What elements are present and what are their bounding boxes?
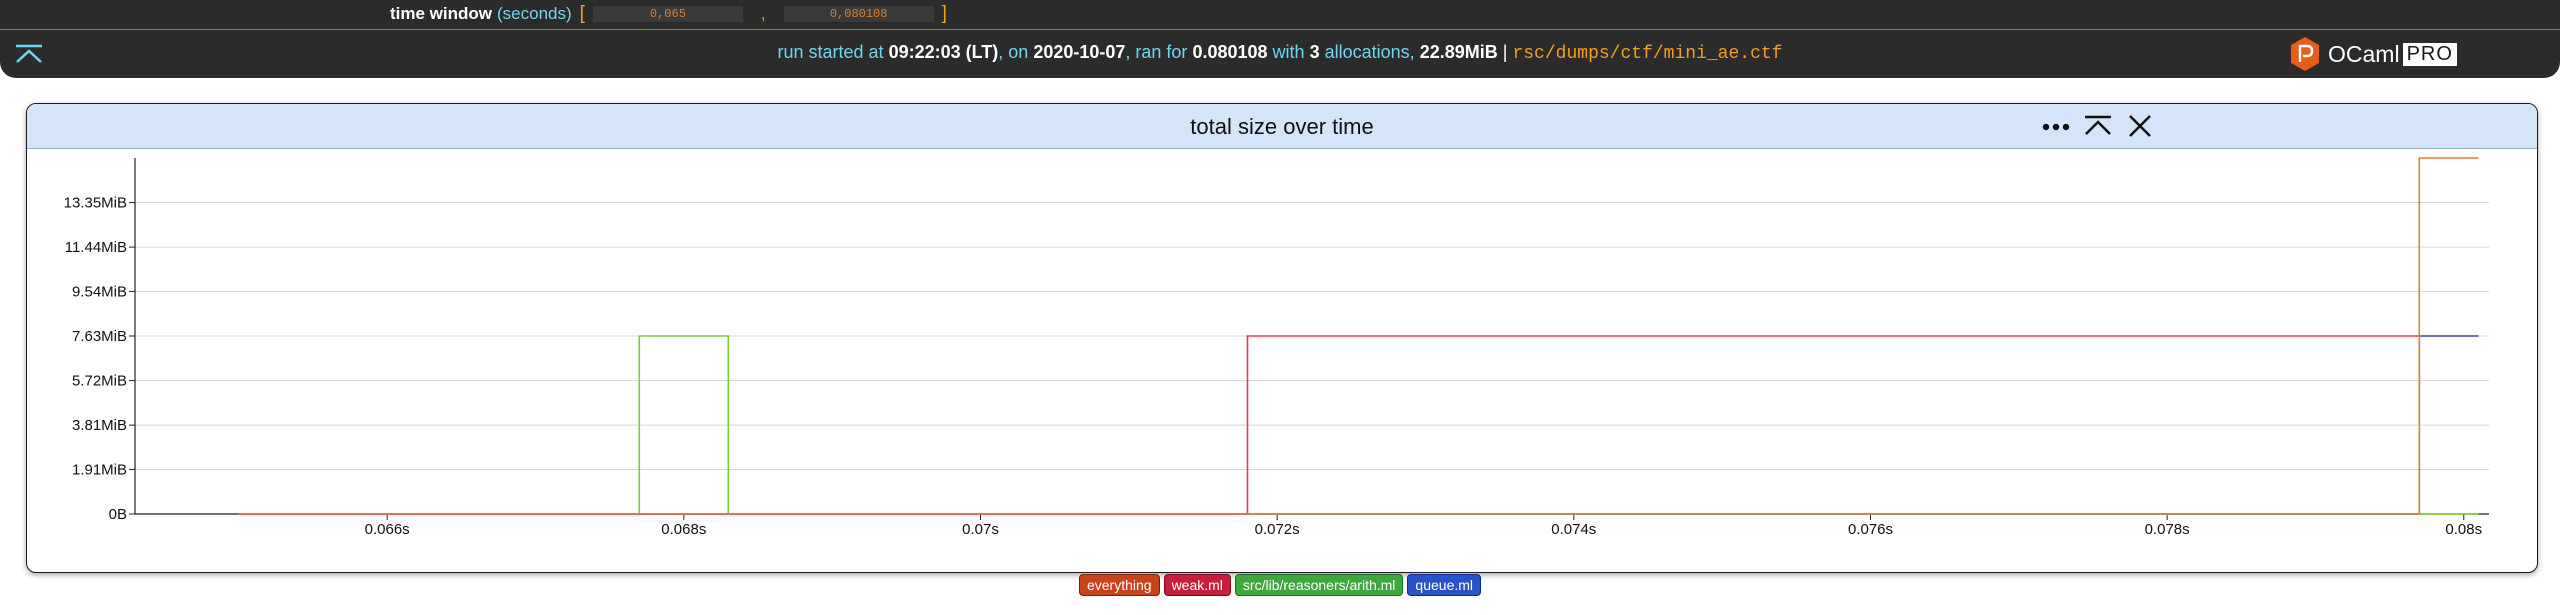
legend-item[interactable]: queue.ml	[1407, 574, 1482, 596]
time-window-separator: ,	[760, 4, 766, 23]
total-size-chart: 0B 1.91MiB 3.81MiB 5.72MiB 7.63MiB 9.54MiB 11.…	[64, 157, 2489, 538]
x-tick-label: 0.08s	[2445, 521, 2482, 538]
x-tick-label: 0.076s	[1848, 521, 1893, 538]
x-tick-label: 0.068s	[661, 521, 706, 538]
pipe-separator: |	[1502, 42, 1508, 62]
x-tick-label: 0.072s	[1255, 521, 1300, 538]
run-started-label: run started at	[777, 42, 884, 62]
x-tick-label: 0.074s	[1551, 521, 1596, 538]
legend: everything weak.ml src/lib/reasoners/arith…	[0, 574, 2560, 596]
time-window-end-input[interactable]	[783, 6, 934, 22]
more-horizontal-icon	[2042, 123, 2070, 131]
ocamlpro-logo: OCaml PRO	[2290, 36, 2457, 72]
minimize-panel-button[interactable]	[2081, 112, 2115, 140]
chart-panel-header: total size over time	[27, 104, 2537, 149]
y-tick-label: 0B	[109, 506, 127, 523]
legend-item[interactable]: src/lib/reasoners/arith.ml	[1234, 574, 1404, 596]
run-date: 2020-10-07	[1033, 42, 1126, 62]
ocamlpro-logo-icon	[2291, 37, 2319, 71]
y-tick-label: 3.81MiB	[72, 417, 127, 434]
logo-ocaml-text: OCaml	[2328, 40, 2400, 67]
y-tick-label: 5.72MiB	[72, 373, 127, 390]
chart-title: total size over time	[1190, 114, 1374, 139]
x-tick-label: 0.07s	[962, 521, 999, 538]
close-bracket: ]	[941, 3, 947, 24]
more-options-button[interactable]	[2039, 112, 2073, 140]
x-tick-label: 0.066s	[365, 521, 410, 538]
close-icon	[2129, 115, 2151, 137]
with-label: with	[1272, 42, 1305, 62]
x-tick-label: 0.078s	[2145, 521, 2190, 538]
top-bar: time window (seconds) [ , ] run started …	[0, 0, 2560, 78]
y-tick-label: 9.54MiB	[72, 283, 127, 300]
allocations-label: allocations,	[1324, 42, 1415, 62]
legend-item[interactable]: everything	[1078, 574, 1160, 596]
on-label: , on	[998, 42, 1029, 62]
y-tick-label: 7.63MiB	[72, 328, 127, 345]
total-size: 22.89MiB	[1419, 42, 1498, 62]
logo-pro-text: PRO	[2402, 42, 2457, 66]
open-bracket: [	[579, 3, 585, 24]
legend-item[interactable]: weak.ml	[1163, 574, 1231, 596]
collapse-up-icon	[2085, 115, 2111, 135]
ran-for-label: , ran for	[1125, 42, 1188, 62]
time-window-unit: (seconds)	[497, 4, 572, 23]
time-window-controls: time window (seconds) [ , ]	[390, 3, 955, 25]
chart-panel: total size over time 0B 1.91MiB 3.81MiB 5.7…	[26, 103, 2538, 573]
y-tick-label: 1.91MiB	[72, 461, 127, 478]
y-tick-label: 11.44MiB	[65, 239, 127, 256]
time-window-label: time window	[390, 4, 492, 23]
time-window-start-input[interactable]	[592, 6, 743, 22]
header-divider	[0, 29, 2560, 30]
run-duration: 0.080108	[1192, 42, 1268, 62]
allocation-count: 3	[1309, 42, 1320, 62]
dump-file-path: rsc/dumps/ctf/mini_ae.ctf	[1512, 44, 1783, 64]
close-panel-button[interactable]	[2123, 112, 2157, 140]
run-info: run started at 09:22:03 (LT), on 2020-10…	[0, 42, 2560, 64]
y-tick-label: 13.35MiB	[64, 195, 127, 212]
run-time: 09:22:03 (LT)	[888, 42, 999, 62]
